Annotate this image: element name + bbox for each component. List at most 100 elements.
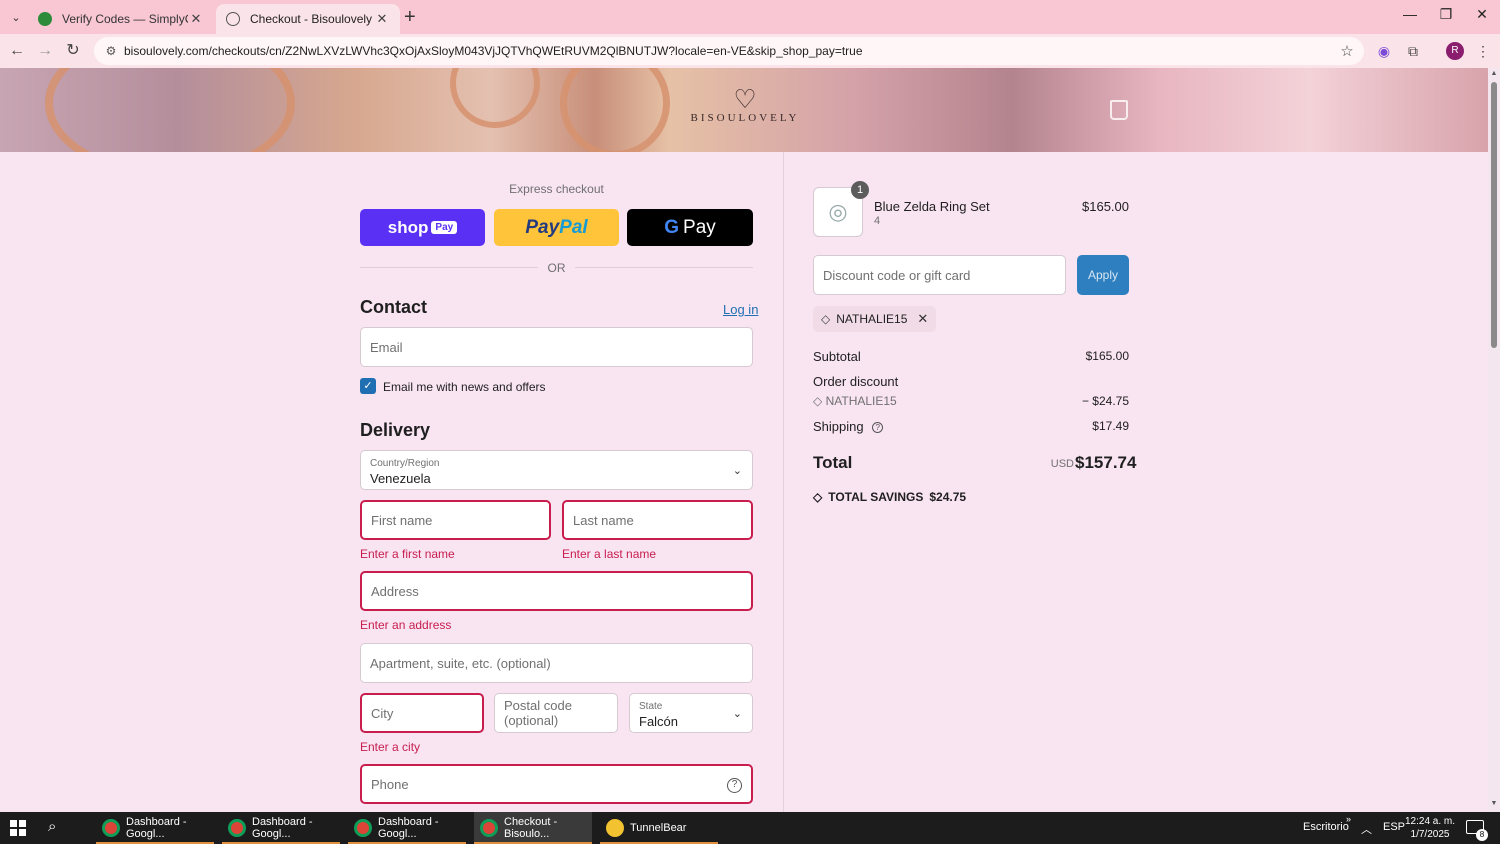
ring-image-decoration — [560, 68, 670, 152]
tag-icon: ◇ — [821, 312, 831, 326]
restore-button[interactable]: ❐ — [1431, 6, 1461, 23]
first-name-error: Enter a first name — [360, 547, 455, 561]
taskbar-app-label: Dashboard - Googl... — [378, 816, 439, 840]
paypal-label-pay: Pay — [525, 216, 560, 238]
store-logo[interactable]: ♡ BISOULOVELY — [690, 86, 800, 132]
url-text[interactable]: bisoulovely.com/checkouts/cn/Z2NwLXVzLWV… — [124, 44, 1334, 58]
email-field[interactable]: Email — [360, 327, 753, 367]
delivery-heading: Delivery — [360, 420, 431, 440]
total-currency: USD — [1050, 458, 1074, 470]
divider-line — [360, 267, 538, 268]
contact-heading: Contact — [360, 297, 427, 317]
profile-avatar[interactable]: R — [1446, 42, 1464, 60]
shipping-row: Shipping ? — [813, 419, 884, 434]
product-price: $165.00 — [1082, 199, 1129, 214]
phone-placeholder: Phone — [371, 776, 409, 792]
shop-pay-button[interactable]: shop Pay — [360, 209, 485, 246]
taskbar-app-tunnelbear[interactable]: TunnelBear — [600, 812, 718, 844]
back-button[interactable]: ← — [7, 41, 27, 61]
close-window-button[interactable]: ✕ — [1467, 6, 1497, 23]
taskbar-app-chrome-3[interactable]: Dashboard - Googl... — [348, 812, 466, 844]
tab-simplycodes[interactable]: Verify Codes — SimplyCodes ✕ — [28, 4, 214, 34]
system-clock[interactable]: 12:24 a. m. 1/7/2025 — [1404, 815, 1456, 841]
shopping-bag-icon[interactable] — [1110, 100, 1128, 120]
scroll-up-arrow-icon[interactable]: ▲ — [1488, 70, 1500, 77]
help-circle-icon[interactable]: ? — [872, 422, 884, 433]
discount-code-field[interactable]: Discount code or gift card — [813, 255, 1066, 295]
taskbar-app-chrome-1[interactable]: Dashboard - Googl... — [96, 812, 214, 844]
tab-checkout[interactable]: Checkout - Bisoulovely ✕ — [216, 4, 400, 34]
tunnelbear-icon — [606, 819, 624, 837]
newsletter-checkbox[interactable]: ✓ — [360, 378, 376, 394]
ring-image-decoration — [450, 68, 540, 128]
taskbar-app-chrome-4[interactable]: Checkout - Bisoulo... — [474, 812, 592, 844]
show-hidden-icons-chevron-icon[interactable]: ︿ — [1361, 821, 1372, 837]
state-select[interactable]: State Falcón ⌄ — [629, 693, 753, 733]
applied-discount-tag: ◇ NATHALIE15 ✕ — [813, 306, 937, 332]
windows-taskbar: ⌕ Dashboard - Googl... Dashboard - Googl… — [0, 812, 1500, 844]
subtotal-value: $165.00 — [1085, 349, 1129, 363]
chevron-down-icon: ⌄ — [732, 465, 742, 477]
remove-discount-icon[interactable]: ✕ — [917, 311, 928, 327]
site-settings-icon[interactable]: ⚙ — [98, 44, 124, 58]
search-icon[interactable]: ⌕ — [48, 818, 56, 835]
reload-button[interactable]: ↻ — [63, 41, 83, 61]
postal-code-field[interactable]: Postal code (optional) — [494, 693, 618, 733]
phone-field[interactable]: Phone ? — [360, 764, 753, 804]
taskbar-app-label: Dashboard - Googl... — [126, 816, 187, 840]
toolbar-expand-icon[interactable]: » — [1346, 814, 1351, 824]
windows-start-icon[interactable] — [10, 820, 26, 836]
page-scrollbar[interactable]: ▲ ▼ — [1488, 68, 1500, 812]
notification-count-badge: 8 — [1476, 829, 1488, 841]
forward-button[interactable]: → — [35, 41, 55, 61]
heart-logo-icon: ♡ — [733, 84, 757, 114]
city-field[interactable]: City — [360, 693, 484, 733]
tab-close-icon[interactable]: ✕ — [188, 11, 204, 27]
taskbar-app-chrome-2[interactable]: Dashboard - Googl... — [222, 812, 340, 844]
tab-close-icon[interactable]: ✕ — [374, 11, 390, 27]
google-pay-button[interactable]: G Pay — [627, 209, 753, 246]
simplycodes-favicon-icon — [38, 12, 52, 26]
extensions-puzzle-icon[interactable]: ⧉ — [1404, 42, 1422, 60]
last-name-field[interactable]: Last name — [562, 500, 753, 540]
country-select[interactable]: Country/Region Venezuela ⌄ — [360, 450, 753, 490]
apply-discount-button[interactable]: Apply — [1077, 255, 1129, 295]
total-value: $157.74 — [1075, 453, 1137, 472]
scroll-down-arrow-icon[interactable]: ▼ — [1488, 800, 1500, 807]
or-separator: OR — [547, 261, 566, 275]
bookmark-star-icon[interactable]: ☆ — [1334, 42, 1360, 60]
input-language-indicator[interactable]: ESP — [1383, 821, 1405, 833]
help-circle-icon[interactable]: ? — [727, 778, 742, 793]
subtotal-label: Subtotal — [813, 349, 861, 364]
address-bar[interactable]: ⚙ bisoulovely.com/checkouts/cn/Z2NwLXVzL… — [94, 37, 1364, 65]
total-label: Total — [813, 453, 853, 472]
tab-search-chevron-icon[interactable]: ⌄ — [6, 7, 26, 27]
desktop-toolbar-label[interactable]: Escritorio — [1303, 821, 1349, 833]
city-placeholder: City — [371, 705, 394, 721]
address-field[interactable]: Address — [360, 571, 753, 611]
shop-pay-label: shop — [387, 217, 429, 237]
express-checkout-title: Express checkout — [509, 182, 604, 196]
discount-code-label: NATHALIE15 — [825, 394, 897, 408]
email-placeholder: Email — [370, 339, 403, 355]
apartment-field[interactable]: Apartment, suite, etc. (optional) — [360, 643, 753, 683]
chrome-icon — [480, 819, 498, 837]
extension-icon[interactable]: ◉ — [1375, 42, 1393, 60]
login-link[interactable]: Log in — [723, 302, 758, 317]
shipping-label: Shipping — [813, 419, 864, 434]
paypal-button[interactable]: Pay Pal — [494, 209, 619, 246]
first-name-field[interactable]: First name — [360, 500, 551, 540]
new-tab-button[interactable]: + — [404, 6, 416, 29]
chrome-icon — [354, 819, 372, 837]
scrollbar-thumb[interactable] — [1491, 82, 1497, 348]
minimize-button[interactable]: — — [1395, 6, 1425, 22]
order-discount-label: Order discount — [813, 374, 899, 389]
state-label: State — [639, 701, 663, 712]
browser-menu-icon[interactable]: ⋮ — [1474, 42, 1492, 60]
city-error: Enter a city — [360, 740, 421, 754]
applied-code-label: NATHALIE15 — [836, 312, 908, 326]
store-brand-name: BISOULOVELY — [690, 112, 800, 124]
clock-date: 1/7/2025 — [1410, 829, 1450, 840]
tab-title: Checkout - Bisoulovely — [250, 12, 373, 26]
savings-value: $24.75 — [929, 490, 967, 504]
